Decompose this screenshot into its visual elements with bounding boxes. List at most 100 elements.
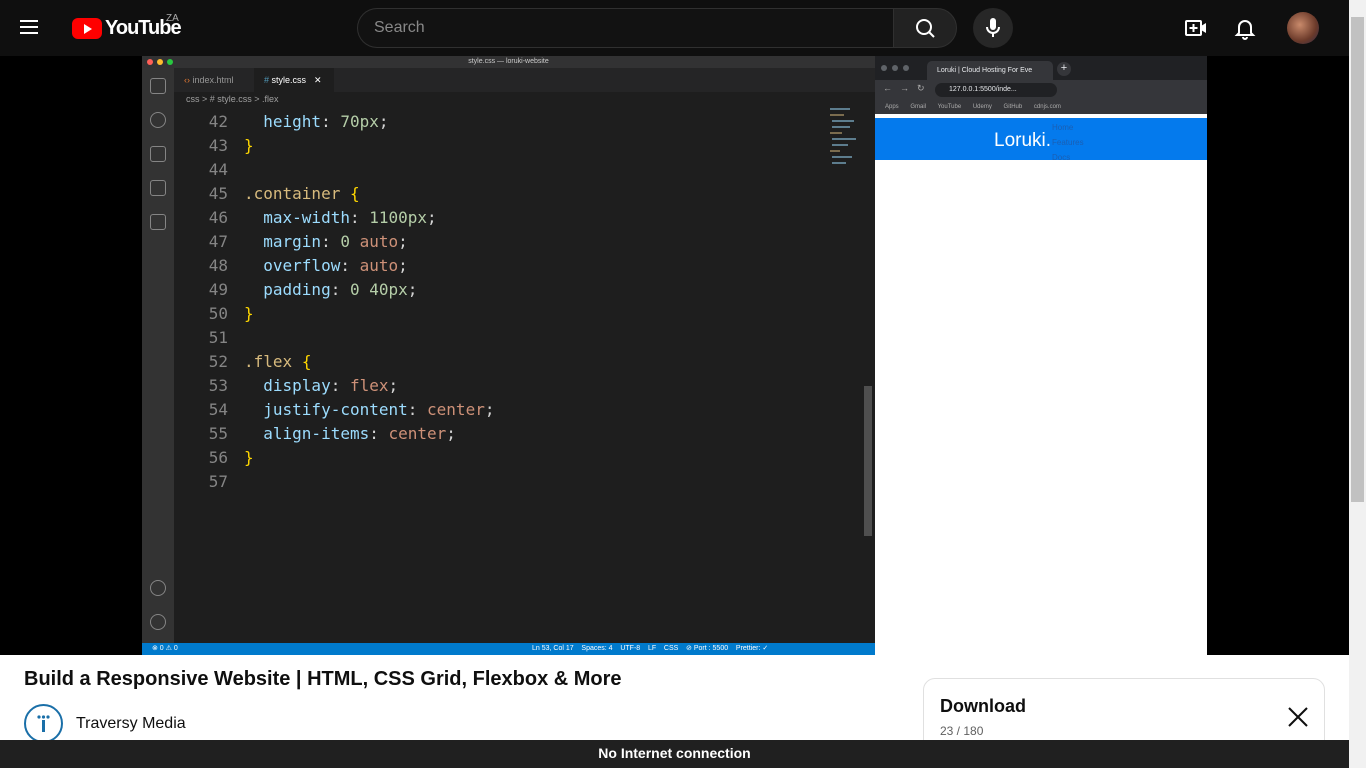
video-title: Build a Responsive Website | HTML, CSS G… [24, 668, 622, 690]
minimap [828, 106, 868, 176]
editor-scrollbar [864, 386, 872, 536]
line-number: 52 [208, 352, 228, 371]
tab-style-css: # style.css ✕ [254, 68, 334, 92]
close-dot [881, 65, 887, 71]
code-editor: 42 height: 70px; 43} 44 45 .container {46 ma… [174, 106, 875, 643]
notifications-button[interactable] [1229, 12, 1261, 44]
close-button[interactable] [1284, 703, 1312, 731]
line-number: 54 [208, 400, 228, 419]
browser-toolbar: ← → ↻ 127.0.0.1:5500/inde... [875, 80, 1207, 100]
search-input[interactable] [358, 9, 894, 47]
status-bar: ⊗ 0 ⚠ 0 Ln 53, Col 17 Spaces: 4 UTF-8 LF… [142, 643, 875, 655]
gear-icon [150, 614, 166, 630]
video-plus-icon [1185, 20, 1206, 36]
code-text: .container { [244, 184, 360, 203]
line-number: 49 [208, 280, 228, 299]
maximize-dot [903, 65, 909, 71]
code-text: max-width: 1100px; [244, 208, 437, 227]
vscode-title: style.css — loruki-website [468, 58, 549, 65]
country-code: ZA [166, 13, 179, 24]
line-number: 48 [208, 256, 228, 275]
bookmark: cdnjs.com [1033, 104, 1061, 110]
code-line: 47 margin: 0 auto; [174, 230, 824, 254]
close-dot [147, 59, 153, 65]
minimize-dot [892, 65, 898, 71]
menu-icon[interactable] [20, 16, 52, 40]
offline-banner: No Internet connection [0, 740, 1349, 768]
search-box [357, 8, 894, 48]
site-logo: Loruki. [994, 130, 1052, 151]
editor-tabs: ‹› index.html # style.css ✕ [174, 68, 875, 92]
code-text: } [244, 136, 254, 155]
minimize-dot [157, 59, 163, 65]
code-line: 56} [174, 446, 824, 470]
code-text: padding: 0 40px; [244, 280, 418, 299]
code-text: .flex { [244, 352, 312, 371]
back-icon: ← [883, 83, 892, 93]
extensions-icon [150, 214, 166, 230]
download-title: Download [940, 696, 1026, 716]
play-icon [72, 17, 102, 39]
line-number: 43 [208, 136, 228, 155]
code-text: display: flex; [244, 376, 399, 395]
code-text: align-items: center; [244, 424, 456, 443]
search-button[interactable] [893, 8, 957, 48]
code-line: 57 [174, 470, 824, 494]
code-line: 43} [174, 134, 824, 158]
browser-tab: Loruki | Cloud Hosting For Eve [927, 61, 1053, 80]
code-line: 51 [174, 326, 824, 350]
site-nav-item: Docs [1052, 153, 1071, 162]
status-info: Ln 53, Col 17 Spaces: 4 UTF-8 LF CSS ⊘ P… [532, 645, 769, 652]
browser-window: Loruki | Cloud Hosting For Eve + ← → ↻ 1… [875, 56, 1207, 655]
browser-tabs: Loruki | Cloud Hosting For Eve + [875, 56, 1207, 80]
line-number: 53 [208, 376, 228, 395]
vscode-window: style.css — loruki-website ‹› index.html… [142, 56, 875, 655]
vscode-titlebar: style.css — loruki-website [142, 56, 875, 68]
code-text: height: 70px; [244, 112, 389, 131]
address-bar: 127.0.0.1:5500/inde... [935, 83, 1057, 97]
code-line: 48 overflow: auto; [174, 254, 824, 278]
create-button[interactable] [1180, 12, 1212, 44]
code-text: } [244, 448, 254, 467]
code-line: 50} [174, 302, 824, 326]
avatar[interactable] [1287, 12, 1319, 44]
microphone-icon [986, 18, 1000, 37]
run-icon [150, 180, 166, 196]
site-nav-item: Features [1052, 138, 1084, 147]
activity-bar [142, 68, 174, 643]
site-nav-item: Home [1052, 123, 1074, 132]
tab-index-html: ‹› index.html [184, 75, 234, 85]
code-line: 45 .container { [174, 182, 824, 206]
line-number: 45 [208, 184, 228, 203]
code-text: justify-content: center; [244, 400, 495, 419]
code-text: overflow: auto; [244, 256, 408, 275]
reload-icon: ↻ [917, 83, 925, 93]
bookmark: Gmail [910, 104, 927, 110]
line-number: 55 [208, 424, 228, 443]
code-line: 49 padding: 0 40px; [174, 278, 824, 302]
channel-name[interactable]: Traversy Media [76, 715, 186, 733]
code-text: margin: 0 auto; [244, 232, 408, 251]
line-number: 51 [208, 328, 228, 347]
scrollbar-thumb[interactable] [1351, 17, 1364, 502]
account-icon [150, 580, 166, 596]
line-number: 46 [208, 208, 228, 227]
search-icon [150, 112, 166, 128]
channel-avatar[interactable] [24, 704, 63, 743]
breadcrumb: css > # style.css > .flex [186, 94, 279, 104]
line-number: 50 [208, 304, 228, 323]
maximize-dot [167, 59, 173, 65]
code-line: 44 [174, 158, 824, 182]
line-number: 57 [208, 472, 228, 491]
code-line: 54 justify-content: center; [174, 398, 824, 422]
bookmark: GitHub [1003, 104, 1023, 110]
youtube-logo[interactable]: YouTube [72, 16, 182, 40]
code-line: 42 height: 70px; [174, 110, 824, 134]
line-number: 47 [208, 232, 228, 251]
line-number: 56 [208, 448, 228, 467]
bookmark: YouTube [937, 104, 962, 110]
line-number: 42 [208, 112, 228, 131]
channel-logo-icon [37, 715, 50, 732]
code-text: } [244, 304, 254, 323]
voice-search-button[interactable] [973, 8, 1013, 48]
